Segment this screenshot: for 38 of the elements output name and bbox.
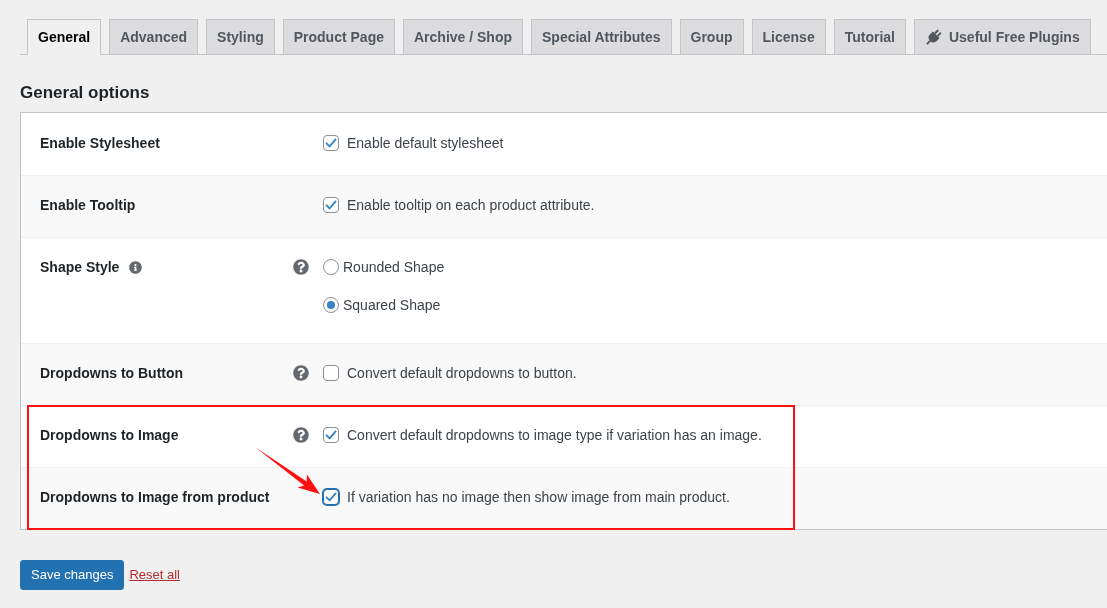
- radio-label: Rounded Shape: [343, 258, 445, 277]
- checkbox[interactable]: [323, 427, 339, 443]
- setting-label: Enable Tooltip: [40, 196, 136, 215]
- radio-button[interactable]: [323, 297, 339, 313]
- setting-label: Enable Stylesheet: [40, 134, 160, 153]
- tab[interactable]: Styling: [206, 19, 275, 55]
- tab[interactable]: License: [751, 19, 826, 55]
- tab[interactable]: General: [27, 19, 102, 55]
- help-icon[interactable]: [293, 259, 309, 275]
- setting-label: Dropdowns to Image from product: [40, 488, 270, 507]
- reset-link[interactable]: Reset all: [129, 566, 180, 584]
- tab[interactable]: Archive / Shop: [403, 19, 523, 55]
- info-icon[interactable]: [129, 260, 143, 274]
- section-heading: General options: [20, 82, 150, 104]
- checkbox-label: Convert default dropdowns to button.: [347, 364, 577, 383]
- setting-label: Dropdowns to Button: [40, 364, 184, 383]
- tab[interactable]: Product Page: [282, 19, 395, 55]
- help-icon[interactable]: [293, 365, 309, 381]
- tab[interactable]: Advanced: [109, 19, 199, 55]
- checkbox[interactable]: [323, 197, 339, 213]
- checkbox[interactable]: [323, 489, 339, 505]
- checkbox-label: If variation has no image then show image from main product.: [347, 488, 730, 507]
- checkbox[interactable]: [323, 365, 339, 381]
- radio-label: Squared Shape: [343, 296, 441, 315]
- tab[interactable]: Group: [679, 19, 744, 55]
- save-button[interactable]: Save changes: [20, 560, 125, 590]
- tab[interactable]: Special Attributes: [531, 19, 672, 55]
- checkbox[interactable]: [323, 135, 339, 151]
- checkbox-label: Enable default stylesheet: [347, 134, 504, 153]
- radio-button[interactable]: [323, 259, 339, 275]
- tab[interactable]: Tutorial: [833, 19, 906, 55]
- checkbox-label: Enable tooltip on each product attribute.: [347, 196, 595, 215]
- help-icon[interactable]: [293, 427, 309, 443]
- plug-icon: [924, 28, 943, 46]
- setting-label: Dropdowns to Image: [40, 426, 179, 445]
- tab[interactable]: Useful Free Plugins: [913, 19, 1091, 55]
- setting-label: Shape Style: [40, 258, 120, 277]
- checkbox-label: Convert default dropdowns to image type if variation has an image.: [347, 426, 762, 445]
